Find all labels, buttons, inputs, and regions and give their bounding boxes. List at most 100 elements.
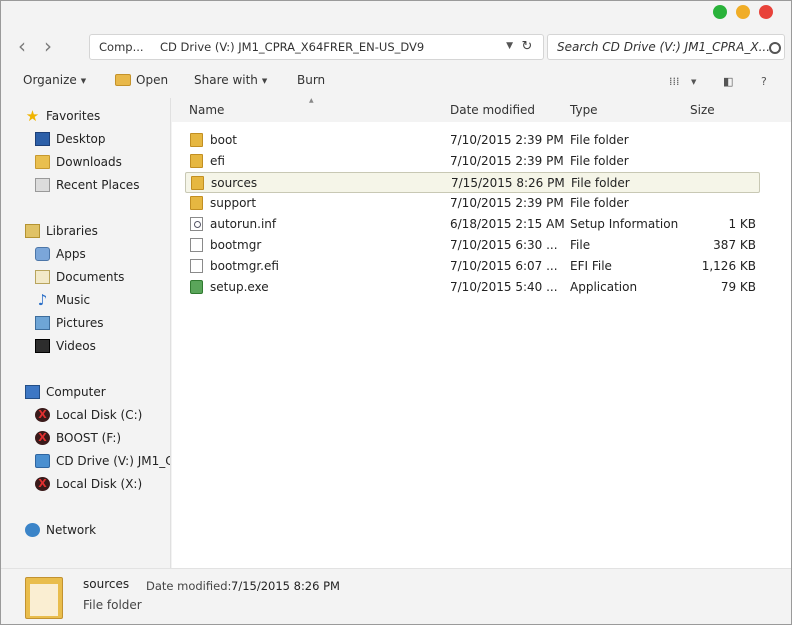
network-icon [25,522,40,537]
back-button[interactable]: ‹ [11,35,33,59]
sidebar-libraries[interactable]: Libraries [25,220,98,241]
search-icon[interactable] [769,42,781,54]
file-date: 7/10/2015 2:39 PM [450,133,564,147]
file-row-boot[interactable]: boot 7/10/2015 2:39 PM File folder [185,130,760,151]
file-row-bootmgr-efi[interactable]: bootmgr.efi 7/10/2015 6:07 ... EFI File … [185,256,760,277]
sidebar-label: Downloads [56,154,122,169]
details-type: File folder [83,598,142,612]
sidebar-item-local-disk-x[interactable]: X Local Disk (X:) [35,473,142,494]
close-button[interactable] [759,5,773,19]
sidebar-item-local-disk-c[interactable]: X Local Disk (C:) [35,404,142,425]
file-row-bootmgr[interactable]: bootmgr 7/10/2015 6:30 ... File 387 KB [185,235,760,256]
share-with-button[interactable]: Share with ▼ [194,73,267,87]
file-name: sources [211,176,258,190]
view-options-icon[interactable]: ⁞⁞⁞ [669,75,680,88]
drive-icon: X [35,430,50,445]
desktop-icon [35,131,50,146]
column-header-name[interactable]: Name [189,103,224,117]
sidebar-item-documents[interactable]: Documents [35,266,124,287]
apps-icon [35,246,50,261]
pictures-icon [35,315,50,330]
sidebar-item-boost-f[interactable]: X BOOST (F:) [35,427,121,448]
burn-button[interactable]: Burn [297,73,325,87]
file-row-sources[interactable]: sources 7/15/2015 8:26 PM File folder [185,172,760,193]
file-type: Setup Information [570,217,679,231]
documents-icon [35,269,50,284]
music-icon: ♪ [37,290,48,309]
help-icon[interactable]: ? [761,75,767,88]
star-icon: ★ [25,106,40,125]
sidebar-item-apps[interactable]: Apps [35,243,86,264]
file-icon [190,238,203,252]
drive-icon: X [35,476,50,491]
file-name: setup.exe [210,280,269,294]
folder-icon [25,577,63,619]
computer-icon [25,384,40,399]
explorer-window: ‹ › Comp... CD Drive (V:) JM1_CPRA_X64FR… [0,0,792,625]
open-button[interactable]: Open [115,73,168,87]
sidebar-item-desktop[interactable]: Desktop [35,128,106,149]
drive-icon: X [35,407,50,422]
file-row-autorun-inf[interactable]: autorun.inf 6/18/2015 2:15 AM Setup Info… [185,214,760,235]
file-date: 7/15/2015 8:26 PM [451,176,565,190]
sidebar-label: Desktop [56,131,106,146]
folder-icon [190,154,203,168]
sidebar-label: Local Disk (C:) [56,407,143,422]
folder-icon [190,196,203,210]
file-row-setup-exe[interactable]: setup.exe 7/10/2015 5:40 ... Application… [185,277,760,298]
sidebar-network[interactable]: Network [25,519,96,540]
folder-icon [190,133,203,147]
refresh-icon[interactable]: ↻ [519,39,535,55]
file-row-support[interactable]: support 7/10/2015 2:39 PM File folder [185,193,760,214]
file-date: 7/10/2015 2:39 PM [450,154,564,168]
sidebar-favorites[interactable]: ★ Favorites [25,105,100,126]
sidebar-label: Pictures [56,315,104,330]
sidebar-label: Computer [46,384,106,399]
chevron-down-icon: ▼ [80,76,87,85]
search-input[interactable]: Search CD Drive (V:) JM1_CPRA_X... [557,40,770,54]
file-date: 7/10/2015 6:30 ... [450,238,558,252]
column-headers: ▲ Name Date modified Type Size [172,97,791,122]
preview-pane-icon[interactable]: ◧ [723,75,733,88]
file-date: 7/10/2015 5:40 ... [450,280,558,294]
open-label: Open [136,73,169,87]
column-header-date[interactable]: Date modified [450,103,535,117]
sidebar-item-downloads[interactable]: Downloads [35,151,122,172]
file-name: boot [210,133,238,147]
file-size: 79 KB [720,280,756,294]
column-header-size[interactable]: Size [690,103,715,117]
sidebar-item-videos[interactable]: Videos [35,335,96,356]
address-bar[interactable]: Comp... CD Drive (V:) JM1_CPRA_X64FRER_E… [89,34,544,60]
sidebar-item-recent-places[interactable]: Recent Places [35,174,139,195]
file-type: File folder [570,133,629,147]
sidebar-label: Favorites [46,108,101,123]
videos-icon [35,338,50,353]
minimize-button[interactable] [736,5,750,19]
sort-ascending-icon: ▲ [309,97,314,104]
file-row-efi[interactable]: efi 7/10/2015 2:39 PM File folder [185,151,760,172]
details-pane: sources Date modified: 7/15/2015 8:26 PM… [1,568,791,624]
sidebar-item-music[interactable]: ♪ Music [35,289,90,310]
search-box[interactable]: Search CD Drive (V:) JM1_CPRA_X... [547,34,785,60]
maximize-button[interactable] [713,5,727,19]
file-name: efi [210,154,225,168]
sidebar-label: Apps [56,246,86,261]
open-folder-icon [115,74,131,86]
file-type: File folder [570,154,629,168]
address-dropdown-icon[interactable]: ▼ [506,41,513,51]
sidebar-item-cd-drive-v[interactable]: CD Drive (V:) JM1_CPRA_X64FRER_EN-US_DV9 [35,450,170,471]
column-header-type[interactable]: Type [570,103,598,117]
sidebar-label: Documents [56,269,125,284]
file-size: 1 KB [728,217,756,231]
forward-button[interactable]: › [37,35,59,59]
sidebar-item-pictures[interactable]: Pictures [35,312,104,333]
breadcrumb-current[interactable]: CD Drive (V:) JM1_CPRA_X64FRER_EN-US_DV9 [160,40,424,54]
sidebar-label: BOOST (F:) [56,430,122,445]
sidebar-computer[interactable]: Computer [25,381,106,402]
view-dropdown-icon[interactable]: ▼ [691,78,696,86]
file-icon [190,259,203,273]
organize-button[interactable]: Organize ▼ [23,73,86,87]
file-name: autorun.inf [210,217,277,231]
address-row: ‹ › Comp... CD Drive (V:) JM1_CPRA_X64FR… [7,32,785,62]
breadcrumb-computer[interactable]: Comp... [99,40,144,54]
